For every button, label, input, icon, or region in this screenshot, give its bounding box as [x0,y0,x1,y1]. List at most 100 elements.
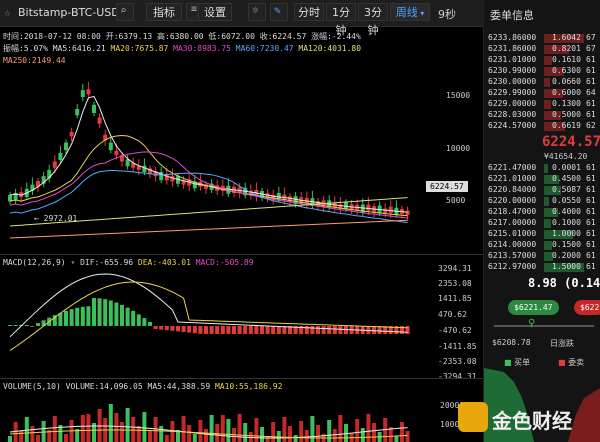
divider [0,254,484,255]
order-price: 6221.01000 [488,174,537,183]
order-row[interactable]: 6220.84000 0.5087 61 [488,185,598,196]
sell-price-button[interactable]: $622 [574,300,600,315]
volume-chart[interactable] [0,392,484,442]
macd-bar [8,325,12,326]
order-row[interactable]: 6214.00000 0.1500 61 [488,240,598,251]
search-button[interactable]: ⌕ [116,3,134,21]
candle-body [92,104,96,113]
macd-bar [36,323,40,326]
candle-body [383,208,388,213]
volume-bar [243,423,248,442]
macd-bars [8,298,410,334]
order-row[interactable]: 6221.01000 0.4500 61 [488,174,598,185]
order-tail: 61 [586,55,596,64]
macd-bar [310,326,315,334]
candle-body [366,204,371,211]
order-row[interactable]: 6231.01000 0.1610 61 [488,55,598,66]
macd-bar [170,326,175,331]
ohlc-info: 时间:2018-07-12 08:00 开:6379.13 高:6380.00 … [3,32,361,41]
candlestick-chart[interactable] [0,66,484,254]
order-tail: 62 [586,121,596,130]
macd-bar [405,326,410,334]
countdown: 9秒 [438,8,456,21]
macd-tick: -2353.08 [438,357,477,366]
order-tail: 61 [586,207,596,216]
macd-bar [136,314,141,326]
depth-bar [544,56,553,65]
volume-bar [97,409,102,442]
order-qty: 1.6042 [552,33,581,42]
order-price: 6221.47000 [488,163,537,172]
pencil-icon: ✎ [274,4,281,17]
candle-body [114,150,119,156]
macd-bar [276,326,281,334]
macd-tick: 3294.31 [438,264,472,273]
macd-bar [69,309,74,326]
low-marker-value: 2972.01 [43,214,78,223]
volume-bar [271,422,276,442]
order-price: 6229.00000 [488,99,537,108]
macd-bar [254,326,259,334]
volume-bar [405,431,410,442]
volume-bar [316,425,320,442]
order-row[interactable]: 6230.00000 0.0660 61 [488,77,598,88]
order-price: 6231.01000 [488,55,537,64]
toolbar: ☆ Bitstamp-BTC-USD ⌕ 指标 ≡ 设置 ☼ ✎ 分时 1分钟 … [0,0,484,37]
order-row[interactable]: 6217.00000 0.1000 61 [488,218,598,229]
candle-body [125,159,130,167]
order-row[interactable]: 6212.97000 1.5000 61 [488,262,598,273]
order-row[interactable]: 6213.57000 0.2000 61 [488,251,598,262]
order-row[interactable]: 6230.99000 0.6300 61 [488,66,598,77]
symbol-label[interactable]: Bitstamp-BTC-USD [18,6,120,19]
tab-weekly[interactable]: 周线 ▾ [390,3,430,21]
order-row[interactable]: 6220.00000 0.0550 61 [488,196,598,207]
current-price-tag: 6224.57 [426,181,468,192]
macd-chart[interactable] [0,266,484,378]
order-qty: 0.4000 [552,207,581,216]
order-tail: 61 [586,262,596,271]
indicator-button[interactable]: 指标 [146,3,182,21]
tab-3min[interactable]: 3分钟 [358,3,388,37]
volume-bar [372,423,376,442]
order-qty: 0.6000 [552,88,581,97]
theme-button[interactable]: ☼ [248,3,266,21]
volume-legend: VOLUME(5,10) VOLUME:14,096.05 MA5:44,388… [3,382,282,391]
ma-legend: 振幅:5.07% MA5:6416.21 MA20:7675.87 MA30:8… [3,43,361,54]
order-row[interactable]: 6233.86000 1.6042 67 [488,33,598,44]
buy-price-button[interactable]: $6221.47 [508,300,559,315]
sun-icon: ☼ [252,4,259,17]
volume-bar [204,429,208,442]
order-price: 6228.03000 [488,110,537,119]
order-row[interactable]: 6231.86000 0.8201 67 [488,44,598,55]
macd-bar [243,326,248,334]
depth-bar [544,78,550,87]
macd-bar [209,326,214,334]
order-row[interactable]: 6229.99000 0.6000 64 [488,88,598,99]
order-tail: 61 [586,196,596,205]
macd-bar [86,306,91,326]
watermark-logo [458,402,488,432]
order-row[interactable]: 6218.47000 0.4000 61 [488,207,598,218]
draw-button[interactable]: ✎ [270,3,288,21]
volume-bar [254,418,259,442]
macd-bar [338,326,343,334]
star-icon[interactable]: ☆ [4,6,11,19]
candle-body [86,89,91,95]
volume-bars [8,404,410,442]
order-tail: 61 [586,174,596,183]
order-row[interactable]: 6215.01000 1.0000 61 [488,229,598,240]
order-row[interactable]: 6221.47000 0.0001 61 [488,163,598,174]
settings-button[interactable]: 设置 [198,3,232,21]
order-row[interactable]: 6229.00000 0.1300 61 [488,99,598,110]
volume-bar [181,416,186,442]
tab-1min[interactable]: 1分钟 [326,3,356,37]
candle-body [69,131,74,137]
macd-bar [131,310,136,326]
tab-timeline[interactable]: 分时 [294,3,324,21]
macd-bar [120,304,124,326]
order-qty: 0.1300 [552,99,581,108]
order-row[interactable]: 6228.03000 0.5000 61 [488,110,598,121]
depth-bar [544,197,550,206]
order-row[interactable]: 6224.57000 0.6619 62 [488,121,598,132]
candle-body [108,142,113,151]
